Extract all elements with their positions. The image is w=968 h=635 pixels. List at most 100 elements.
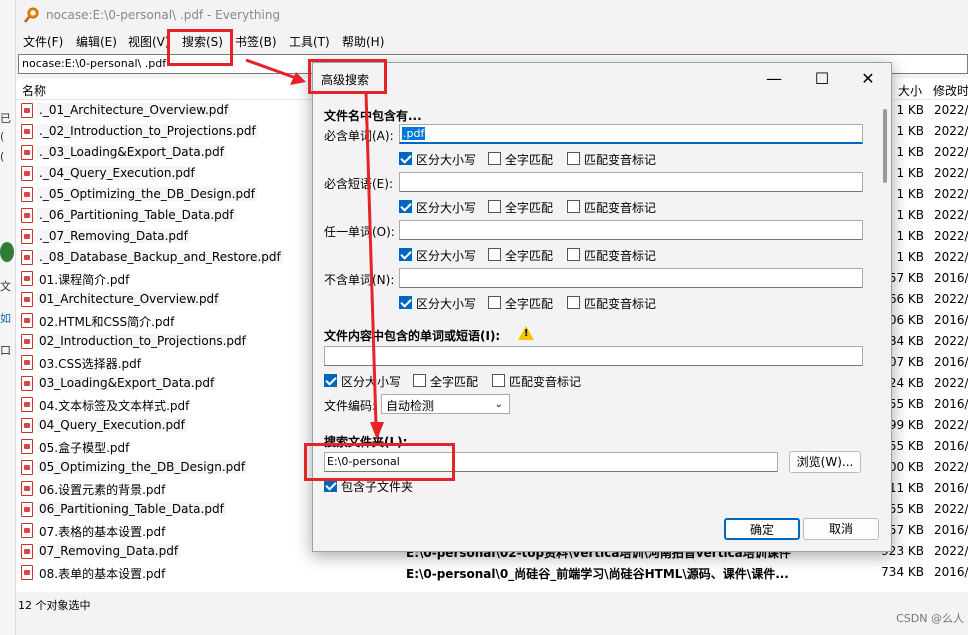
file-name: 04_Query_Execution.pdf — [37, 418, 187, 432]
bg-text: ( — [0, 130, 5, 143]
any-word-whole-checkbox[interactable] — [488, 248, 501, 261]
content-whole-checkbox[interactable] — [413, 374, 426, 387]
file-name: 01_Architecture_Overview.pdf — [37, 292, 221, 306]
menu-help[interactable]: 帮助(H) — [342, 33, 384, 50]
must-word-value: .pdf — [402, 127, 426, 140]
not-word-label: 不含单词(N): — [324, 273, 395, 287]
must-phrase-input[interactable] — [399, 172, 863, 192]
file-date: 2016/ — [934, 481, 968, 495]
pdf-file-icon — [21, 124, 33, 139]
file-date: 2022/ — [934, 292, 968, 306]
column-date-header[interactable]: 修改时 — [933, 82, 968, 99]
menu-file[interactable]: 文件(F) — [23, 33, 63, 50]
maximize-button[interactable]: ☐ — [799, 65, 845, 93]
must-word-diacritics-checkbox[interactable] — [567, 152, 580, 165]
must-word-input[interactable]: .pdf — [399, 124, 863, 144]
file-size: 55 KB — [888, 439, 924, 453]
browse-button[interactable]: 浏览(W)... — [789, 451, 861, 473]
file-name: 05_Optimizing_the_DB_Design.pdf — [37, 460, 248, 474]
file-name: ._02_Introduction_to_Projections.pdf — [37, 124, 258, 138]
pdf-file-icon — [21, 334, 33, 349]
content-diacritics-checkbox[interactable] — [492, 374, 505, 387]
file-size: 11 KB — [888, 481, 924, 495]
must-word-case-label: 区分大小写 — [416, 153, 477, 167]
file-name: 04.文本标签及文本样式.pdf — [39, 399, 190, 413]
content-case-checkbox[interactable] — [324, 374, 337, 387]
file-name: 05.盒子模型.pdf — [39, 441, 130, 455]
table-row[interactable]: 08.表单的基本设置.pdf E:\0-personal\0_尚硅谷_前端学习\尚… — [16, 562, 968, 583]
menu-view[interactable]: 视图(V) — [128, 33, 170, 50]
must-phrase-case-label: 区分大小写 — [416, 201, 477, 215]
file-name: 03_Loading&Export_Data.pdf — [37, 376, 217, 390]
column-name-header[interactable]: 名称 — [22, 82, 46, 99]
not-word-whole-checkbox[interactable] — [488, 296, 501, 309]
encoding-select[interactable]: 自动检测 ⌄ — [381, 394, 510, 414]
any-word-whole-label: 全字匹配 — [505, 249, 554, 263]
pdf-file-icon — [21, 439, 33, 454]
bg-text: 文 — [0, 280, 11, 293]
must-phrase-whole-checkbox[interactable] — [488, 200, 501, 213]
must-word-label: 必含单词(A): — [324, 129, 394, 143]
pdf-file-icon — [21, 397, 33, 412]
must-phrase-diacritics-label: 匹配变音标记 — [584, 201, 657, 215]
file-size: 07 KB — [888, 355, 924, 369]
menu-tools[interactable]: 工具(T) — [289, 33, 330, 50]
file-name: ._01_Architecture_Overview.pdf — [37, 103, 231, 117]
file-size: 1 KB — [896, 229, 924, 243]
not-word-diacritics-checkbox[interactable] — [567, 296, 580, 309]
file-size: 66 KB — [888, 292, 924, 306]
not-word-input[interactable] — [399, 268, 863, 288]
file-size: 1 KB — [896, 250, 924, 264]
any-word-diacritics-checkbox[interactable] — [567, 248, 580, 261]
pdf-file-icon — [21, 103, 33, 118]
pdf-file-icon — [21, 250, 33, 265]
must-phrase-label: 必含短语(E): — [324, 177, 393, 191]
file-date: 2022/ — [934, 103, 968, 117]
file-size: 06 KB — [888, 313, 924, 327]
pdf-file-icon — [21, 523, 33, 538]
file-date: 2016/ — [934, 439, 968, 453]
watermark: CSDN @么人 — [896, 612, 964, 625]
file-size: 57 KB — [888, 523, 924, 537]
pdf-file-icon — [21, 292, 33, 307]
must-word-whole-checkbox[interactable] — [488, 152, 501, 165]
encoding-value: 自动检测 — [386, 399, 435, 413]
must-phrase-diacritics-checkbox[interactable] — [567, 200, 580, 213]
pdf-file-icon — [21, 229, 33, 244]
file-size: 1 KB — [896, 208, 924, 222]
dialog-scrollbar[interactable] — [883, 109, 887, 183]
window-title: nocase:E:\0-personal\ .pdf - Everything — [46, 8, 281, 22]
ok-button[interactable]: 确定 — [724, 518, 800, 540]
file-name: 07_Removing_Data.pdf — [37, 544, 181, 558]
file-path: E:\0-personal\0_尚硅谷_前端学习\尚硅谷HTML\源码、课件\课… — [406, 567, 789, 581]
bg-text: 口 — [0, 344, 11, 357]
file-date: 2016/ — [934, 523, 968, 537]
minimize-button[interactable]: — — [751, 65, 797, 93]
any-word-input[interactable] — [399, 220, 863, 240]
content-input[interactable] — [324, 346, 863, 366]
pdf-file-icon — [21, 565, 33, 580]
any-word-label: 任一单词(O): — [324, 225, 395, 239]
file-name: ._03_Loading&Export_Data.pdf — [37, 145, 226, 159]
must-phrase-case-checkbox[interactable] — [399, 200, 412, 213]
pdf-file-icon — [21, 145, 33, 160]
any-word-case-checkbox[interactable] — [399, 248, 412, 261]
file-date: 2016/ — [934, 565, 968, 579]
annotation-box-dialog-title — [308, 59, 387, 94]
file-date: 2022/ — [934, 187, 968, 201]
chevron-down-icon: ⌄ — [494, 399, 503, 410]
menu-bookmarks[interactable]: 书签(B) — [235, 33, 277, 50]
menu-edit[interactable]: 编辑(E) — [76, 33, 117, 50]
file-size: 55 KB — [888, 397, 924, 411]
close-button[interactable]: ✕ — [845, 65, 891, 93]
file-date: 2016/ — [934, 397, 968, 411]
cancel-button[interactable]: 取消 — [803, 518, 879, 540]
evernote-icon — [0, 242, 14, 262]
file-name: 02_Introduction_to_Projections.pdf — [37, 334, 248, 348]
must-word-case-checkbox[interactable] — [399, 152, 412, 165]
pdf-file-icon — [21, 166, 33, 181]
not-word-case-checkbox[interactable] — [399, 296, 412, 309]
content-diacritics-label: 匹配变音标记 — [509, 375, 582, 389]
any-word-case-label: 区分大小写 — [416, 249, 477, 263]
column-size-header[interactable]: 大小 — [898, 82, 922, 99]
